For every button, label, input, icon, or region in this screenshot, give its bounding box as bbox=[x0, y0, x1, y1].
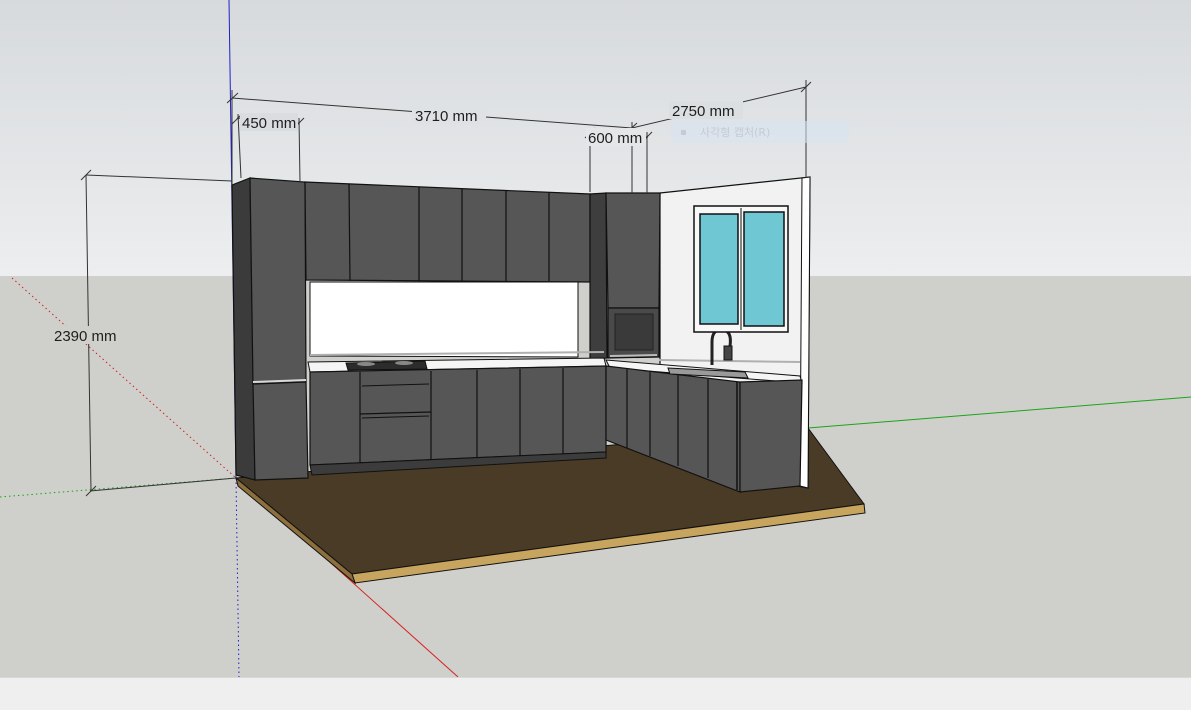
model-scene[interactable]: 3710 mm 450 mm 600 mm 2750 mm 2390 mm bbox=[0, 0, 1191, 677]
rectangle-capture-tooltip[interactable]: 사각형 캡처(R) bbox=[671, 121, 849, 143]
dim-2750-label: 2750 mm bbox=[672, 103, 735, 120]
tall-cabinet[interactable] bbox=[249, 177, 309, 481]
dim-450-label: 450 mm bbox=[242, 115, 296, 132]
window[interactable] bbox=[693, 205, 789, 333]
base-cabinets-left[interactable] bbox=[309, 365, 607, 476]
dim-600-label: 600 mm bbox=[588, 130, 642, 147]
cooktop[interactable] bbox=[345, 360, 428, 371]
dim-2390-label: 2390 mm bbox=[54, 328, 117, 345]
rectangle-capture-label: 사각형 캡처(R) bbox=[700, 126, 771, 139]
rectangle-capture-icon bbox=[681, 129, 686, 135]
backsplash bbox=[309, 281, 579, 358]
dim-3710-label: 3710 mm bbox=[415, 108, 478, 125]
right-wall-edge bbox=[799, 176, 811, 489]
status-bar bbox=[0, 677, 1191, 710]
sketchup-viewport[interactable]: 3710 mm 450 mm 600 mm 2750 mm 2390 mm 사각… bbox=[0, 0, 1191, 677]
